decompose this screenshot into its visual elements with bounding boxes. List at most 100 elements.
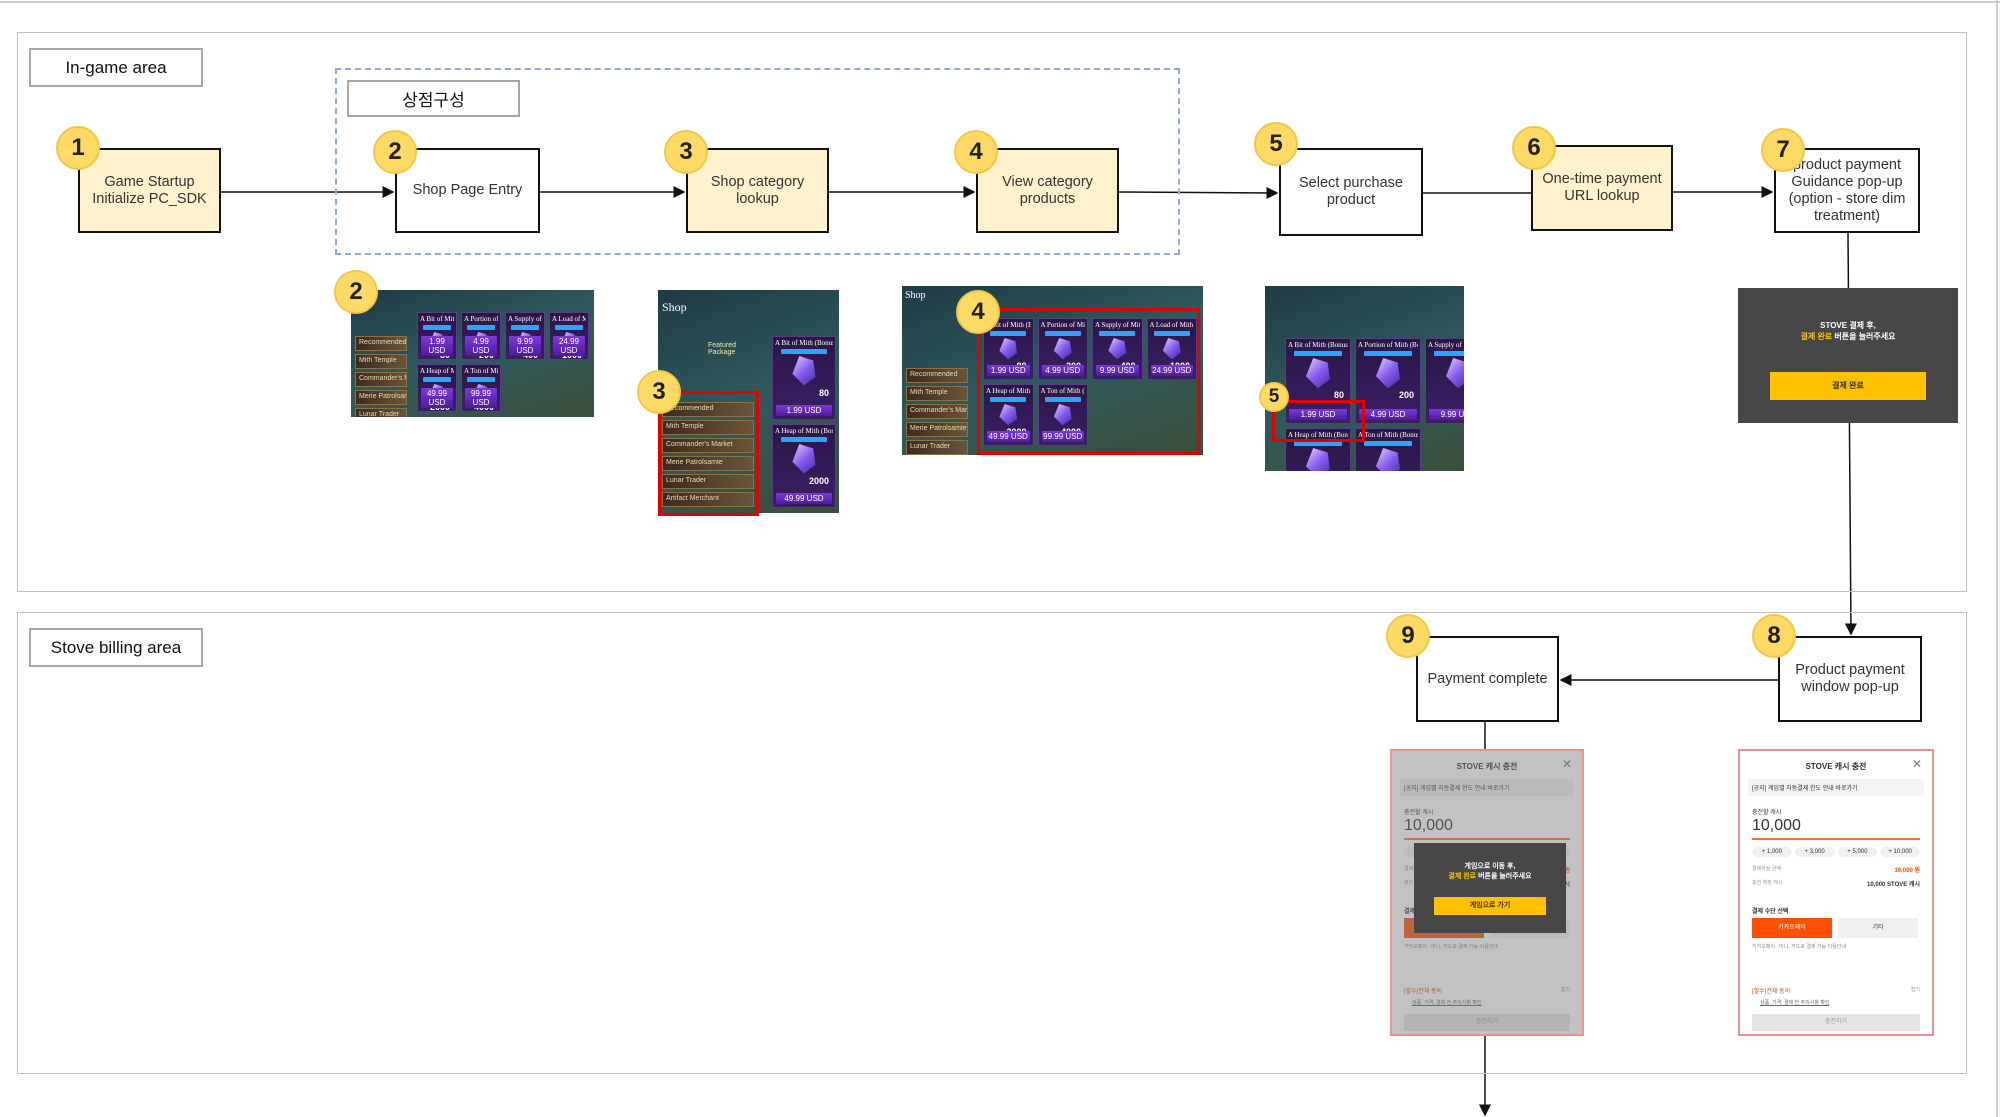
screenshot-badge-5: 5 (1259, 382, 1289, 412)
shop-group-label: 상점구성 (347, 80, 520, 117)
product-name: A Bit of Mith (Bonus) (420, 315, 454, 323)
product-card[interactable]: A Bit of Mith (Bonus)801.99 USD (772, 336, 836, 420)
go-to-game-button[interactable]: 게임으로 가기 (1434, 897, 1546, 915)
product-card[interactable]: A Supply of Mith (Bonus)4009.99 USD (505, 312, 545, 360)
shop-menu-item[interactable]: Merie Patrolsamte (906, 422, 968, 437)
bonus-tag (1294, 351, 1342, 356)
screenshot-badge-4: 4 (956, 290, 1000, 334)
shop-menu-item[interactable]: Mith Temple (355, 354, 407, 369)
complete-highlight: 결제 완료 (1448, 873, 1477, 880)
product-name: A Portion of Mith (Bonus) (464, 315, 498, 323)
product-price: 49.99 USD (421, 388, 453, 408)
billing-area-label: Stove billing area (29, 628, 203, 667)
receive-value: 10,000 STOVE 캐시 (1867, 882, 1920, 888)
product-card[interactable]: A Load of Mith (Bonus)100024.99 USD (549, 312, 589, 360)
product-name: A Heap of Mith (Bonus) (420, 367, 454, 375)
method-note: 카카오페이 : 머니, 카드로 결제 가능 이용안내 (1752, 944, 1846, 950)
kakaopay-button[interactable]: 카카오페이 (1752, 918, 1832, 938)
step-badge-5: 5 (1254, 122, 1298, 166)
bonus-tag (467, 325, 495, 330)
payment-complete-screenshot: STOVE 캐시 충전 ✕ [공지] 게임별 자동결제 한도 안내 바로가기 충전할 … (1390, 749, 1584, 1036)
product-name: A Ton of Mith (Bonus) (1358, 431, 1418, 439)
charge-button[interactable]: 충전하기 (1752, 1014, 1920, 1031)
product-card[interactable]: A Portion of Mith (Bonus)2004.99 USD (461, 312, 501, 360)
shop-title: Shop (905, 290, 926, 301)
guidance-popup-screenshot: STOVE 결제 후, 결제 완료 버튼을 눌러주세요 결제 완료 (1738, 288, 1958, 423)
step-9-box: Payment complete (1416, 636, 1559, 722)
billing-area (17, 612, 1967, 1074)
product-name: A Supply of Mith (Bonus) (1428, 341, 1464, 349)
product-amount: 80 (818, 387, 829, 398)
bonus-tag (1364, 441, 1412, 446)
product-name: A Portion of Mith (Bonus) (1358, 341, 1418, 349)
product-price: 1.99 USD (421, 336, 453, 356)
shop-menu-item[interactable]: Recommended (906, 368, 968, 383)
shop-entry-screenshot: Recommended Mith Temple Commander's Market… (351, 290, 594, 417)
product-price: 9.99 USD (1429, 409, 1464, 420)
step-8-box: Product payment window pop-up (1778, 636, 1922, 722)
ingame-area-label: In-game area (29, 48, 203, 87)
mith-gem-icon (1306, 358, 1330, 389)
window-title: STOVE 캐시 충전 (1805, 762, 1867, 771)
product-price: 49.99 USD (776, 493, 832, 504)
shop-menu-item[interactable]: Merie Patrolsamte (355, 390, 407, 405)
step-1-box: Game Startup Initialize PC_SDK (78, 148, 221, 233)
bonus-tag (780, 349, 828, 354)
mith-gem-icon (1306, 448, 1330, 471)
quick-amount-button[interactable]: + 10,000 (1880, 847, 1920, 857)
complete-line2: 버튼을 눌러주세요 (1476, 873, 1532, 880)
guidance-highlight: 결제 완료 (1800, 332, 1833, 341)
product-amount: 200 (1398, 390, 1414, 401)
product-grid: A Bit of Mith (Bonus) 80 1.99 USD A Heap of… (772, 336, 836, 508)
shop-menu-item[interactable]: Recommended (355, 336, 407, 351)
product-name: A Supply of Mith (Bonus) (508, 315, 542, 323)
shop-menu-item[interactable]: Lunar Trader (906, 440, 968, 455)
product-card[interactable]: A Bit of Mith (Bonus)801.99 USD (417, 312, 457, 360)
shop-menu-item[interactable]: Commander's Market (906, 404, 968, 419)
close-icon: ✕ (1911, 757, 1922, 771)
product-grid: A Bit of Mith (Bonus)801.99 USDA Portion… (417, 312, 589, 412)
mith-gem-icon (1446, 358, 1464, 389)
product-price: 9.99 USD (509, 336, 541, 356)
complete-guidance-popup: 게임으로 이동 후, 결제 완료 버튼을 눌러주세요 게임으로 가기 (1414, 843, 1566, 933)
product-card[interactable]: A Ton of Mith (Bonus)400099.99 USD (461, 364, 501, 412)
product-card[interactable]: A Heap of Mith (Bonus)200049.99 USD (417, 364, 457, 412)
featured-label: Featured Package (708, 342, 737, 356)
quick-amount-button[interactable]: + 3,000 (1794, 847, 1835, 857)
shop-menu-item[interactable]: Mith Temple (906, 386, 968, 401)
product-card[interactable]: A Supply of Mith (Bonus)4009.99 USD (1425, 338, 1464, 424)
collapse-toggle: 접기 (1910, 987, 1920, 993)
pay-value: 10,000 원 (1894, 868, 1920, 874)
product-name: A Heap of Mith (Bonus) (775, 427, 833, 435)
step-badge-4: 4 (954, 130, 998, 174)
quick-amount-button[interactable]: + 1,000 (1752, 847, 1792, 857)
payment-complete-button[interactable]: 결제 완료 (1770, 372, 1926, 400)
mith-gem-icon (792, 356, 816, 386)
shop-menu-item[interactable]: Commander's Market (355, 372, 407, 387)
bonus-tag (555, 325, 583, 330)
shop-title: Shop (662, 300, 687, 314)
product-name: A Load of Mith (Bonus) (552, 315, 586, 323)
product-card[interactable]: A Heap of Mith (Bonus)200049.99 USD (772, 424, 836, 508)
product-name: A Ton of Mith (Bonus) (464, 367, 498, 375)
product-price: 4.99 USD (465, 336, 497, 356)
quick-amount-button[interactable]: + 5,000 (1837, 847, 1878, 857)
mith-gem-icon (792, 444, 816, 474)
amount-value: 10,000 (1752, 817, 1920, 840)
payment-window-screenshot: STOVE 캐시 충전 ✕ [공지] 게임별 자동결제 한도 안내 바로가기 충전할 … (1738, 749, 1934, 1036)
bonus-tag (511, 325, 539, 330)
quick-amounts: + 1,000+ 3,000+ 5,000+ 10,000 (1752, 847, 1920, 857)
step-badge-3: 3 (664, 130, 708, 174)
mith-gem-icon (1376, 358, 1400, 389)
shop-menu: Recommended Mith Temple Commander's Market… (906, 368, 968, 455)
shop-menu-item[interactable]: Lunar Trader (355, 408, 407, 417)
screenshot-badge-3: 3 (637, 370, 681, 414)
other-method-button[interactable]: 기타 (1838, 918, 1918, 938)
method-label: 결제 수단 선택 (1752, 909, 1789, 915)
guidance-line2: 버튼을 눌러주세요 (1832, 332, 1896, 341)
step-badge-2: 2 (373, 130, 417, 174)
bonus-tag (423, 377, 451, 382)
bonus-tag (1364, 351, 1412, 356)
guidance-line1: STOVE 결제 후, (1820, 321, 1876, 330)
select-product-screenshot: A Bit of Mith (Bonus) 80 1.99 USD A Portion… (1265, 286, 1464, 471)
